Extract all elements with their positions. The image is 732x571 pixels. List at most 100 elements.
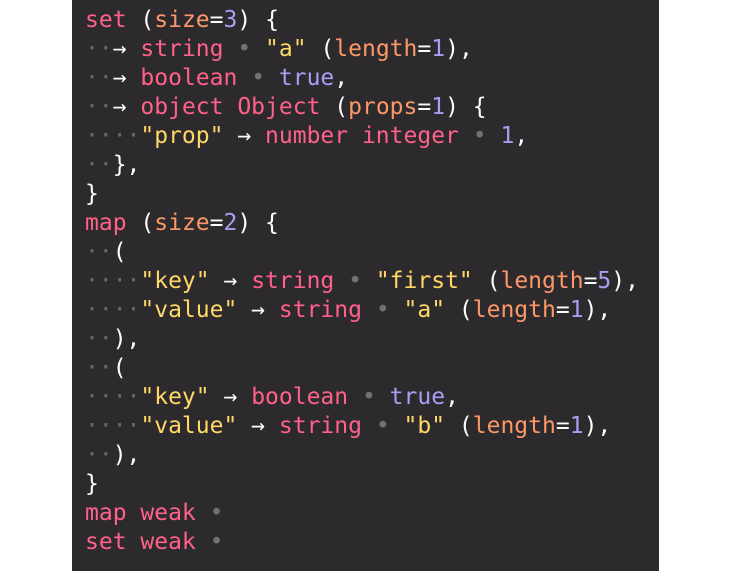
code-token: →	[112, 36, 141, 62]
code-token: •	[361, 297, 404, 323]
code-token: ····	[85, 413, 141, 439]
code-token: →	[237, 413, 279, 439]
code-line: map weak •	[85, 499, 659, 528]
code-token: boolean	[251, 384, 349, 410]
code-token: "a"	[403, 297, 446, 323]
code-token: string	[251, 268, 335, 294]
code-token: ····	[85, 384, 141, 410]
code-token: true	[389, 384, 446, 410]
code-token: •	[223, 36, 266, 62]
code-token: ),	[112, 326, 141, 352]
code-token: map	[85, 210, 127, 236]
code-token: object Object	[140, 94, 321, 120]
code-line: ····"prop" → number integer • 1,	[85, 122, 659, 151]
code-token: 1	[431, 94, 446, 120]
code-token: (	[320, 94, 349, 120]
code-token: ··	[85, 239, 113, 265]
code-token: (	[445, 297, 473, 323]
code-line: ··(	[85, 354, 659, 383]
code-token: "b"	[403, 413, 446, 439]
code-token: string	[278, 413, 362, 439]
code-token: map weak	[85, 500, 196, 526]
code-token: (	[445, 413, 473, 439]
code-token: set	[85, 7, 127, 33]
code-line: ··(	[85, 238, 659, 267]
code-token: →	[112, 65, 141, 91]
code-token: •	[195, 500, 224, 526]
code-token: "prop"	[140, 123, 224, 149]
code-token: =	[555, 297, 570, 323]
code-line: map (size=2) {	[85, 209, 659, 238]
code-token: •	[334, 268, 376, 294]
code-token: ··	[85, 94, 113, 120]
code-token: "value"	[140, 297, 238, 323]
code-line: }	[85, 180, 659, 209]
code-token: →	[209, 268, 252, 294]
code-token: •	[361, 413, 404, 439]
code-token: size	[154, 7, 210, 33]
code-block: set (size=3) {··→ string • "a" (length=1…	[85, 6, 659, 557]
code-line: ··),	[85, 441, 659, 470]
code-token: ··	[85, 36, 113, 62]
code-line: ··→ boolean • true,	[85, 64, 659, 93]
code-line: ····"value" → string • "a" (length=1),	[85, 296, 659, 325]
code-line: ··},	[85, 151, 659, 180]
code-token: ··	[85, 326, 113, 352]
code-token: "a"	[265, 36, 307, 62]
code-token: ····	[85, 297, 141, 323]
code-token: (	[140, 7, 155, 33]
code-token: "key"	[140, 268, 210, 294]
code-token: string	[278, 297, 362, 323]
code-token: "key"	[140, 384, 210, 410]
code-token: =	[583, 268, 598, 294]
code-token: =	[209, 7, 224, 33]
code-token: set weak	[85, 529, 196, 555]
code-token: }	[85, 181, 99, 207]
code-token: (	[306, 36, 335, 62]
code-line: ··→ string • "a" (length=1),	[85, 35, 659, 64]
code-token: ),	[112, 442, 141, 468]
code-line: ····"key" → boolean • true,	[85, 383, 659, 412]
code-token: length	[472, 413, 556, 439]
code-token: length	[500, 268, 584, 294]
code-token: 1	[569, 413, 584, 439]
code-token: →	[223, 123, 266, 149]
code-token: size	[154, 210, 210, 236]
code-token: string	[140, 36, 224, 62]
code-token: ),	[611, 268, 639, 294]
code-line: ····"key" → string • "first" (length=5),	[85, 267, 659, 296]
code-token: length	[472, 297, 556, 323]
code-token: (	[112, 355, 127, 381]
code-token: "first"	[375, 268, 473, 294]
code-line: set (size=3) {	[85, 6, 659, 35]
code-token: •	[348, 384, 390, 410]
code-token: 5	[597, 268, 612, 294]
code-token: •	[195, 529, 224, 555]
code-token: =	[417, 36, 432, 62]
code-line: set weak •	[85, 528, 659, 557]
code-token: {	[251, 7, 279, 33]
code-token: ,	[514, 123, 529, 149]
code-token: number integer	[265, 123, 459, 149]
code-token: ) {	[237, 210, 279, 236]
code-token: props	[348, 94, 418, 120]
code-token: →	[237, 297, 279, 323]
code-token: true	[278, 65, 335, 91]
code-token: )	[237, 7, 252, 33]
code-token: •	[237, 65, 279, 91]
code-token: =	[209, 210, 224, 236]
code-token: ··	[85, 152, 113, 178]
code-token: =	[417, 94, 432, 120]
code-token: ) {	[445, 94, 487, 120]
code-token: ··	[85, 355, 113, 381]
code-token: 1	[500, 123, 515, 149]
code-token: =	[555, 413, 570, 439]
code-line: ··),	[85, 325, 659, 354]
code-line: ··→ object Object (props=1) {	[85, 93, 659, 122]
code-token: ,	[334, 65, 349, 91]
code-token: 2	[223, 210, 238, 236]
code-token: }	[85, 471, 99, 497]
code-token: ,	[445, 384, 459, 410]
code-token: ··	[85, 442, 113, 468]
code-token: (	[126, 210, 155, 236]
